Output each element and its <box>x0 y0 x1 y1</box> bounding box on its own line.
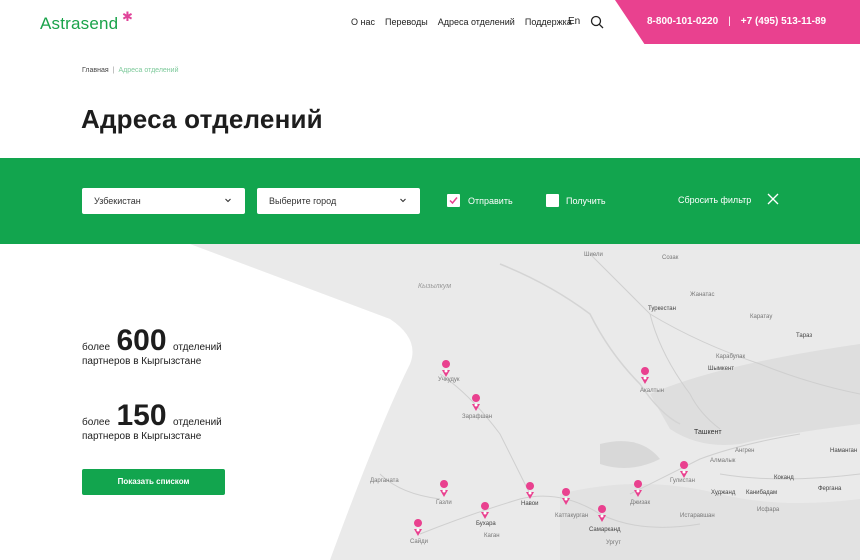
chevron-down-icon <box>225 198 231 203</box>
stat-caption: партнеров в Кыргызстане <box>82 356 202 367</box>
receive-checkbox[interactable] <box>546 194 559 207</box>
send-label[interactable]: Отправить <box>468 196 513 206</box>
filter-bar: Узбекистан Выберите город Отправить Полу… <box>0 158 860 244</box>
nav-about[interactable]: О нас <box>351 17 375 27</box>
nav-transfers[interactable]: Переводы <box>385 17 428 27</box>
stat-caption: партнеров в Кыргызстане <box>82 431 202 442</box>
map-label: Созак <box>662 255 679 261</box>
map-label: Канибадам <box>746 490 777 496</box>
map-label: Каган <box>484 533 500 539</box>
map-label: Сайди <box>410 538 428 545</box>
map-label: Туркестан <box>648 306 676 312</box>
map-label: Исфара <box>757 507 780 513</box>
main-nav: О нас Переводы Адреса отделений Поддержк… <box>351 17 572 27</box>
send-checkbox[interactable] <box>447 194 460 207</box>
map-label: Алмалык <box>710 458 736 464</box>
phone-separator: | <box>728 16 731 27</box>
nav-support[interactable]: Поддержка <box>525 17 572 27</box>
map-label: Акалтын <box>640 388 664 394</box>
stat-suffix: отделений <box>173 417 222 428</box>
stat-branches-600: более 600 отделений партнеров в Кыргызст… <box>82 324 222 367</box>
breadcrumb: Главная | Адреса отделений <box>82 67 178 74</box>
map-label: Тараз <box>796 333 812 339</box>
map-label: Ургут <box>606 540 621 546</box>
map-label: Кызылкум <box>418 283 451 290</box>
stat-prefix: более <box>82 342 111 353</box>
map-label: Газли <box>436 500 452 506</box>
map-label: Учкудук <box>438 377 460 383</box>
phone-moscow[interactable]: +7 (495) 513-11-89 <box>741 16 826 27</box>
map-label: Истаравшан <box>680 513 715 519</box>
search-icon[interactable] <box>590 15 604 29</box>
close-icon[interactable] <box>767 193 779 205</box>
map-label: Бухара <box>476 521 496 527</box>
map-section: Шиели Созак Кызылкум Жанатас Туркестан К… <box>0 244 860 560</box>
country-select-value: Узбекистан <box>94 196 141 206</box>
header: Astrasend ✱ О нас Переводы Адреса отделе… <box>0 0 860 44</box>
breadcrumb-divider: | <box>112 67 115 74</box>
map-label: Самарканд <box>589 527 621 533</box>
receive-label[interactable]: Получить <box>566 196 606 206</box>
stat-suffix: отделений <box>173 342 222 353</box>
phone-numbers: 8-800-101-0220 | +7 (495) 513-11-89 <box>647 16 826 27</box>
map-label: Навои <box>521 501 538 507</box>
map-label: Зарафшан <box>462 414 492 420</box>
map-label: Жанатас <box>690 292 714 298</box>
city-select-placeholder: Выберите город <box>269 196 337 206</box>
logo[interactable]: Astrasend <box>40 14 118 34</box>
checkmark-icon <box>449 197 458 205</box>
map-label: Шымкент <box>708 366 734 372</box>
stat-number: 150 <box>116 399 167 432</box>
phone-free[interactable]: 8-800-101-0220 <box>647 16 718 27</box>
map-label: Коканд <box>774 475 794 481</box>
map-label: Дарганата <box>370 478 399 484</box>
country-select[interactable]: Узбекистан <box>82 188 245 214</box>
map-label: Ангрен <box>735 448 755 454</box>
nav-branches[interactable]: Адреса отделений <box>438 17 515 27</box>
stat-number: 600 <box>116 324 167 357</box>
page-title: Адреса отделений <box>81 104 323 134</box>
chevron-down-icon <box>400 198 406 203</box>
map-label: Наманган <box>830 448 857 454</box>
breadcrumb-current: Адреса отделений <box>118 67 179 74</box>
reset-filter-button[interactable]: Сбросить фильтр <box>678 195 751 205</box>
stat-prefix: более <box>82 417 111 428</box>
show-list-button[interactable]: Показать списком <box>82 469 225 495</box>
map-label: Ташкент <box>694 429 722 436</box>
map-label: Гулистан <box>670 478 695 484</box>
stat-branches-150: более 150 отделений партнеров в Кыргызст… <box>82 399 222 442</box>
map-label: Карабулак <box>716 354 746 360</box>
breadcrumb-home[interactable]: Главная <box>82 67 109 74</box>
city-select[interactable]: Выберите город <box>257 188 420 214</box>
language-switch[interactable]: En <box>568 16 580 27</box>
map-label: Худжанд <box>711 490 736 496</box>
map-label: Каратау <box>750 314 772 320</box>
map-label: Фергана <box>818 486 842 492</box>
logo-star-icon: ✱ <box>122 9 133 24</box>
map-label: Шиели <box>584 252 603 258</box>
map-label: Каттакурган <box>555 513 588 519</box>
map-label: Джизак <box>630 500 651 506</box>
